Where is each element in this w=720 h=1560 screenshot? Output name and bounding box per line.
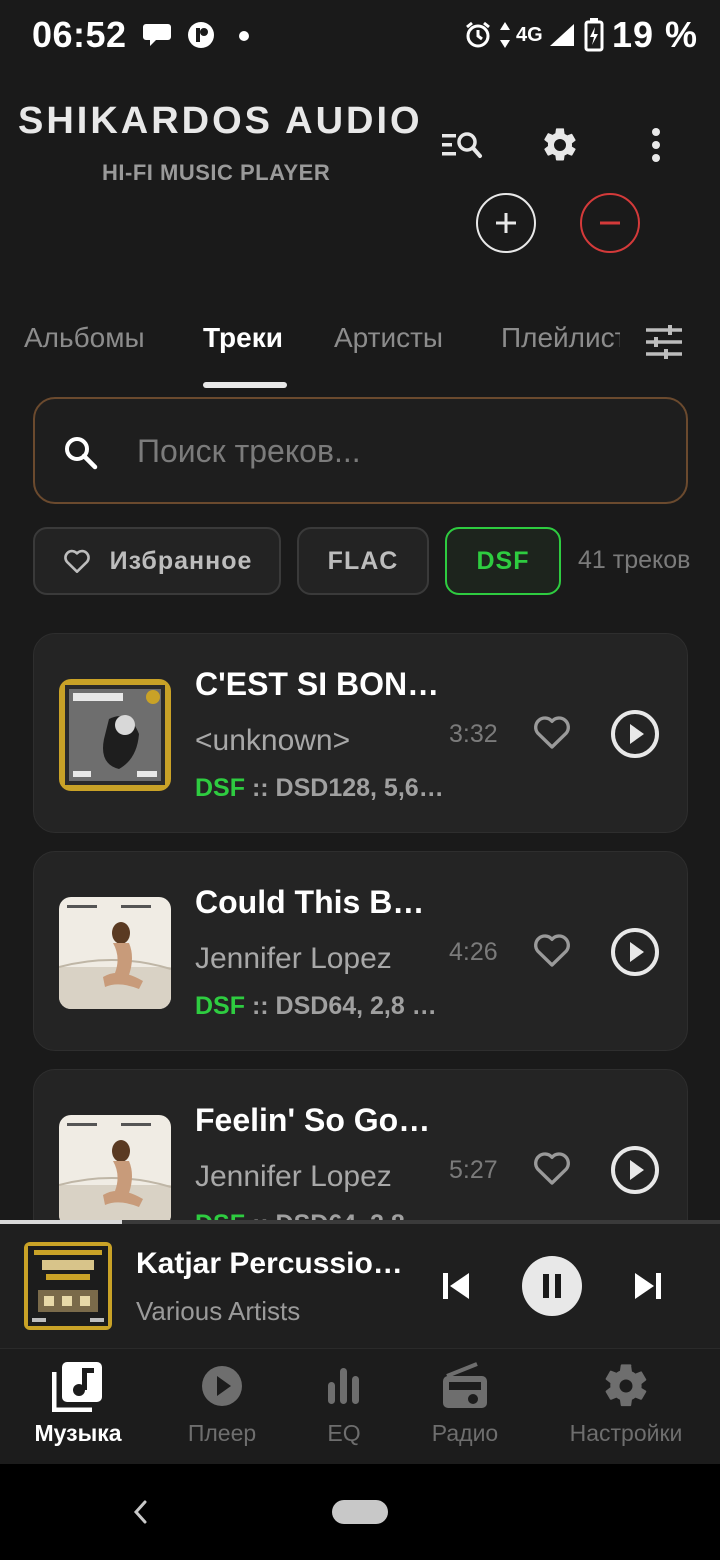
radio-icon (443, 1362, 487, 1408)
network-type: 4G (516, 24, 543, 46)
album-cover (59, 679, 171, 791)
filter-settings-button[interactable] (634, 312, 694, 372)
add-button[interactable] (476, 193, 536, 253)
flac-filter-chip[interactable]: FLAC (297, 527, 429, 595)
track-row[interactable]: C'EST SI BON… <unknown> DSF :: DSD128, 5… (33, 633, 688, 833)
tab-tracks[interactable]: Треки (203, 322, 283, 354)
pause-icon (543, 1274, 561, 1298)
plus-icon (496, 213, 516, 233)
overflow-menu-button[interactable] (626, 115, 686, 175)
track-artist: <unknown> (195, 724, 351, 757)
app-subtitle: HI-FI MUSIC PLAYER (102, 160, 331, 185)
track-title: C'EST SI BON… (195, 666, 440, 702)
alarm-icon (466, 21, 490, 48)
track-format: DSF :: DSD64, 2,8 … (195, 1210, 445, 1220)
tab-albums[interactable]: Альбомы (24, 322, 145, 354)
track-duration: 4:26 (449, 938, 498, 966)
track-artist: Jennifer Lopez (195, 1160, 392, 1193)
tab-artists[interactable]: Артисты (334, 322, 443, 354)
data-arrows-icon (500, 22, 510, 48)
system-home-pill[interactable] (332, 1500, 388, 1524)
remove-button[interactable] (580, 193, 640, 253)
status-bar: 06:52 4G 19 % (0, 0, 720, 72)
play-circle-icon[interactable] (610, 1145, 660, 1195)
search-input[interactable] (137, 429, 657, 473)
heart-outline-icon[interactable] (532, 712, 572, 752)
format-badge: DSF (195, 774, 245, 802)
playback-progress-fill (0, 1220, 123, 1224)
nav-music[interactable]: Музыка (28, 1360, 128, 1447)
favorites-filter-chip[interactable]: Избранное (33, 527, 281, 595)
track-duration: 3:32 (449, 720, 498, 748)
status-time: 06:52 (32, 14, 127, 55)
nav-label: Радио (431, 1420, 499, 1446)
nav-label: EQ (327, 1420, 361, 1446)
track-row[interactable]: Feelin' So Go… Jennifer Lopez DSF :: DSD… (33, 1069, 688, 1220)
nav-label: Настройки (569, 1420, 683, 1446)
settings-button[interactable] (530, 115, 590, 175)
nav-label: Плеер (187, 1420, 257, 1446)
track-format: DSF :: DSD128, 5,6… (195, 774, 445, 803)
nav-settings[interactable]: Настройки (556, 1360, 696, 1447)
skip-next-icon (635, 1273, 661, 1299)
format-details: :: DSD128, 5,6… (251, 774, 444, 802)
track-title: Could This B… (195, 884, 425, 920)
sliders-icon (646, 325, 682, 359)
favorites-chip-label: Избранное (109, 546, 253, 575)
track-list: C'EST SI BON… <unknown> DSF :: DSD128, 5… (0, 620, 720, 1220)
now-playing-artist: Various Artists (136, 1296, 301, 1326)
search-list-button[interactable] (432, 115, 492, 175)
play-circle-icon (202, 1366, 242, 1406)
system-back-icon[interactable] (126, 1494, 154, 1530)
gear-icon (544, 128, 576, 161)
more-notifications-dot-icon (239, 31, 249, 41)
battery-level: 19 % (612, 14, 699, 55)
equalizer-icon (328, 1368, 359, 1404)
track-duration: 5:27 (449, 1156, 498, 1184)
heart-outline-icon[interactable] (532, 1148, 572, 1188)
previous-button[interactable] (434, 1264, 478, 1308)
pause-button[interactable] (522, 1256, 582, 1316)
app-title: SHIKARDOS AUDIO (18, 100, 423, 142)
search-icon (65, 437, 98, 470)
minus-icon (600, 221, 620, 225)
battery-charging-icon (584, 18, 604, 52)
chat-notification-icon (143, 24, 171, 46)
tab-bar: Альбомы Треки Артисты Плейлисты (0, 310, 620, 370)
track-count: 41 треков (578, 546, 691, 574)
now-playing-cover (24, 1242, 112, 1330)
play-circle-icon[interactable] (610, 927, 660, 977)
tab-playlists[interactable]: Плейлисты (501, 322, 620, 354)
skip-previous-icon (443, 1273, 469, 1299)
playback-progress-bar[interactable] (0, 1220, 720, 1224)
format-details: :: DSD64, 2,8 … (251, 992, 437, 1020)
heart-outline-icon (63, 549, 90, 573)
app-notification-icon (188, 22, 214, 48)
nav-radio[interactable]: Радио (415, 1360, 515, 1447)
track-format: DSF :: DSD64, 2,8 … (195, 992, 445, 1021)
album-cover (59, 1115, 171, 1220)
nav-label: Музыка (34, 1420, 122, 1446)
active-tab-indicator (203, 382, 287, 388)
album-cover (59, 897, 171, 1009)
dsf-filter-chip[interactable]: DSF (445, 527, 561, 595)
play-circle-icon[interactable] (610, 709, 660, 759)
track-artist: Jennifer Lopez (195, 942, 392, 975)
track-title: Feelin' So Go… (195, 1102, 431, 1138)
now-playing-title: Katjar Percussio… (136, 1247, 403, 1280)
list-search-icon (442, 132, 482, 158)
format-badge: DSF (195, 1210, 245, 1220)
nav-player[interactable]: Плеер (172, 1360, 272, 1447)
more-vertical-icon (652, 128, 660, 162)
format-details: :: DSD64, 2,8 … (252, 1210, 437, 1220)
search-box[interactable] (33, 397, 688, 504)
music-library-icon (52, 1362, 102, 1412)
settings-gear-icon (605, 1364, 647, 1407)
signal-strength-icon (550, 24, 574, 46)
format-badge: DSF (195, 992, 245, 1020)
nav-eq[interactable]: EQ (294, 1360, 394, 1447)
next-button[interactable] (626, 1264, 670, 1308)
track-row[interactable]: Could This B… Jennifer Lopez DSF :: DSD6… (33, 851, 688, 1051)
heart-outline-icon[interactable] (532, 930, 572, 970)
